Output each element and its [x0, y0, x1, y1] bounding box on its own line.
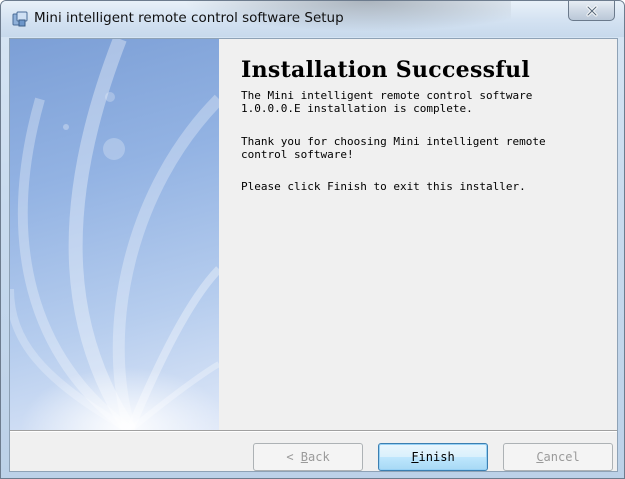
setup-window: Mini intelligent remote control software… [0, 0, 625, 479]
finish-button[interactable]: Finish [378, 443, 488, 471]
back-button-prefix: < [286, 450, 301, 464]
close-button[interactable] [568, 1, 615, 21]
finish-button-accel: F [411, 450, 419, 464]
window-title: Mini intelligent remote control software… [34, 10, 344, 26]
completion-message: The Mini intelligent remote control soft… [241, 89, 533, 115]
wizard-content: Installation Successful The Mini intelli… [219, 39, 617, 430]
cancel-button[interactable]: Cancel [503, 443, 613, 471]
back-button[interactable]: < Back [253, 443, 363, 471]
title-bar[interactable]: Mini intelligent remote control software… [1, 1, 624, 37]
cancel-button-accel: C [536, 450, 544, 464]
installer-icon [12, 11, 28, 27]
cancel-button-label: ancel [543, 450, 580, 464]
close-icon [586, 5, 598, 17]
finish-instruction: Please click Finish to exit this install… [241, 180, 526, 193]
wizard-side-banner [10, 39, 219, 430]
finish-button-label: inish [418, 450, 455, 464]
page-title: Installation Successful [241, 57, 531, 83]
thank-you-message: Thank you for choosing Mini intelligent … [241, 135, 546, 161]
button-bar: < Back Finish Cancel [10, 430, 617, 471]
back-button-label: ack [308, 450, 330, 464]
wizard-client-area: Installation Successful The Mini intelli… [9, 38, 618, 472]
back-button-accel: B [300, 450, 308, 464]
